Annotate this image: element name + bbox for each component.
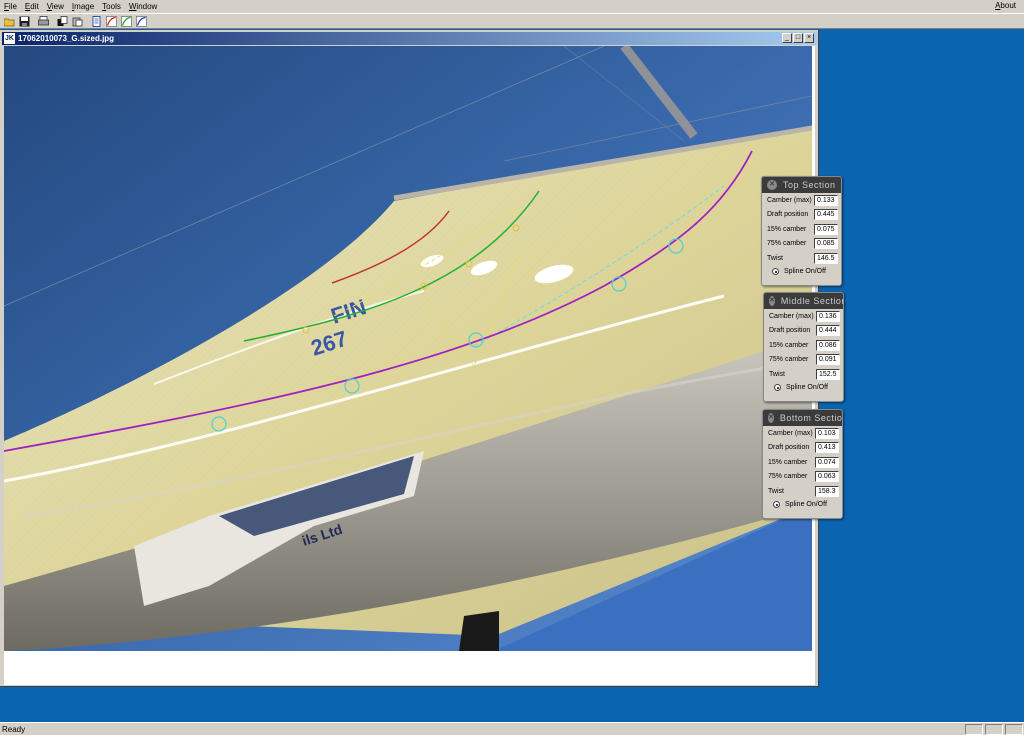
spline-toggle[interactable]: Spline On/Off xyxy=(762,266,841,278)
camber-75-label: 75% camber xyxy=(769,356,809,364)
draft-position-value[interactable]: 0.444 xyxy=(816,325,840,337)
menu-edit[interactable]: Edit xyxy=(21,2,43,11)
blue-curve-icon[interactable] xyxy=(134,14,149,28)
draft-position-value[interactable]: 0.413 xyxy=(815,442,839,454)
camber-max-value[interactable]: 0.136 xyxy=(816,310,840,322)
maximize-button[interactable]: □ xyxy=(793,33,803,43)
panel-title: Middle Section xyxy=(780,296,844,306)
spline-label: Spline On/Off xyxy=(784,268,826,275)
camber-75-label: 75% camber xyxy=(768,473,808,481)
draft-position-label: Draft position xyxy=(767,211,809,219)
status-pane xyxy=(965,724,983,735)
toolbar xyxy=(0,13,1024,29)
close-icon[interactable]: ✕ xyxy=(769,296,775,306)
twist-value[interactable]: 158.3 xyxy=(815,485,839,497)
camber-15-value[interactable]: 0.074 xyxy=(815,456,839,468)
save-icon[interactable] xyxy=(17,14,32,28)
twist-value[interactable]: 152.5 xyxy=(816,368,840,380)
top-section-panel: ✕ Top Section Camber (max) 0.133 Draft po… xyxy=(761,176,842,286)
menu-image[interactable]: Image xyxy=(68,2,98,11)
camber-max-value[interactable]: 0.103 xyxy=(815,427,839,439)
camber-75-value[interactable]: 0.091 xyxy=(816,354,840,366)
middle-section-header[interactable]: ✕ Middle Section xyxy=(764,293,843,309)
open-icon[interactable] xyxy=(2,14,17,28)
camber-max-value[interactable]: 0.133 xyxy=(814,194,838,206)
menu-bar: File Edit View Image Tools Window About xyxy=(0,0,1024,13)
twist-label: Twist xyxy=(769,370,785,378)
bottom-section-header[interactable]: ✕ Bottom Section xyxy=(763,410,842,426)
status-text: Ready xyxy=(2,725,26,734)
top-section-header[interactable]: ✕ Top Section xyxy=(762,177,841,193)
mdi-client-area: JK 17062010073_G.sized.jpg _ □ × FIN 267… xyxy=(0,29,1024,722)
status-pane xyxy=(985,724,1003,735)
close-icon[interactable]: ✕ xyxy=(768,413,774,423)
copy-icon[interactable] xyxy=(55,14,70,28)
minimize-button[interactable]: _ xyxy=(782,33,792,43)
menu-window[interactable]: Window xyxy=(125,2,161,11)
spline-radio[interactable] xyxy=(774,384,781,391)
spline-radio[interactable] xyxy=(772,268,779,275)
image-window: JK 17062010073_G.sized.jpg _ □ × FIN 267… xyxy=(0,30,819,687)
menu-about[interactable]: About xyxy=(991,1,1020,10)
panel-title: Bottom Section xyxy=(779,413,843,423)
panel-title: Top Section xyxy=(783,180,836,190)
paste-icon[interactable] xyxy=(70,14,85,28)
camber-15-value[interactable]: 0.075 xyxy=(814,223,838,235)
twist-label: Twist xyxy=(768,487,784,495)
twist-label: Twist xyxy=(767,254,783,262)
camber-max-label: Camber (max) xyxy=(769,312,814,320)
camber-max-label: Camber (max) xyxy=(768,429,813,437)
bottom-section-panel: ✕ Bottom Section Camber (max) 0.103 Draft… xyxy=(762,409,843,519)
camber-max-label: Camber (max) xyxy=(767,196,812,204)
camber-15-label: 15% camber xyxy=(769,341,809,349)
spline-radio[interactable] xyxy=(773,501,780,508)
sail-photo: FIN 267 ils Ltd xyxy=(4,46,812,651)
camber-15-label: 15% camber xyxy=(767,225,807,233)
document-icon[interactable] xyxy=(89,14,104,28)
spline-label: Spline On/Off xyxy=(786,384,828,391)
close-icon[interactable]: ✕ xyxy=(767,180,777,190)
camber-15-value[interactable]: 0.086 xyxy=(816,339,840,351)
middle-section-panel: ✕ Middle Section Camber (max) 0.136 Draft… xyxy=(763,292,844,402)
spline-label: Spline On/Off xyxy=(785,501,827,508)
twist-value[interactable]: 146.5 xyxy=(814,252,838,264)
image-window-titlebar[interactable]: JK 17062010073_G.sized.jpg _ □ × xyxy=(2,32,817,45)
camber-75-value[interactable]: 0.085 xyxy=(814,238,838,250)
green-curve-icon[interactable] xyxy=(119,14,134,28)
menu-view[interactable]: View xyxy=(43,2,68,11)
close-button[interactable]: × xyxy=(804,33,814,43)
spline-toggle[interactable]: Spline On/Off xyxy=(763,499,842,511)
draft-position-label: Draft position xyxy=(769,327,811,335)
camber-15-label: 15% camber xyxy=(768,458,808,466)
status-bar: Ready xyxy=(0,722,1024,735)
draft-position-label: Draft position xyxy=(768,444,810,452)
menu-file[interactable]: File xyxy=(0,2,21,11)
camber-75-label: 75% camber xyxy=(767,240,807,248)
spline-toggle[interactable]: Spline On/Off xyxy=(764,382,843,394)
app-logo-icon: JK xyxy=(4,33,15,44)
image-window-title: 17062010073_G.sized.jpg xyxy=(18,34,115,43)
status-pane xyxy=(1005,724,1023,735)
print-icon[interactable] xyxy=(36,14,51,28)
draft-position-value[interactable]: 0.445 xyxy=(814,209,838,221)
red-curve-icon[interactable] xyxy=(104,14,119,28)
camber-75-value[interactable]: 0.063 xyxy=(815,471,839,483)
menu-tools[interactable]: Tools xyxy=(98,2,125,11)
image-canvas[interactable]: FIN 267 ils Ltd xyxy=(4,46,815,685)
